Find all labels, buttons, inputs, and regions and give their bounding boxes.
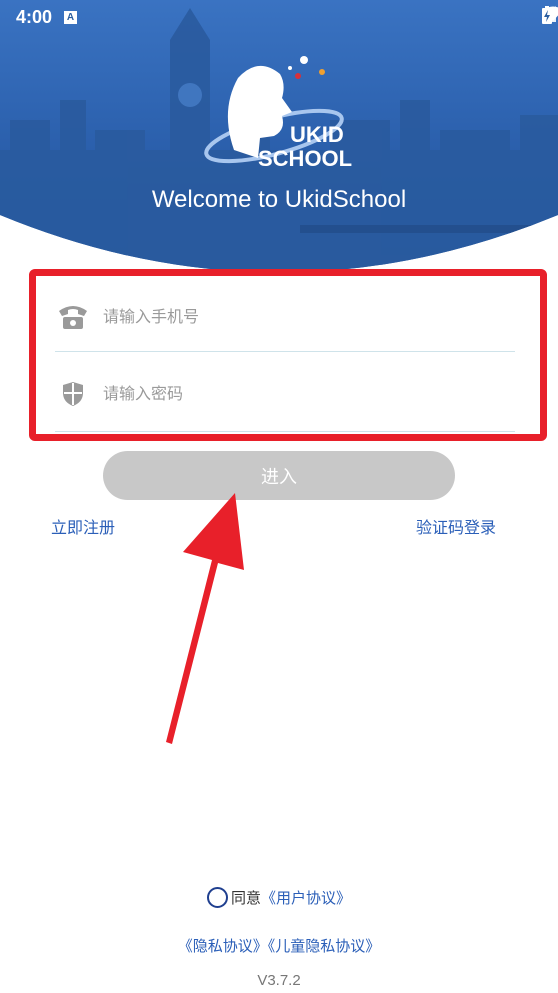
status-time: 4:00 — [16, 6, 53, 27]
phone-field — [55, 282, 515, 352]
privacy-policy-link[interactable]: 《隐私协议》 — [178, 937, 268, 955]
shield-icon — [55, 376, 91, 412]
agreement-row: 同意 《用户协议》 — [0, 887, 558, 908]
agree-radio[interactable] — [206, 887, 228, 908]
register-link[interactable]: 立即注册 — [51, 514, 115, 538]
status-bar: 4:00 A — [0, 0, 558, 34]
enter-button[interactable]: 进入 — [103, 451, 455, 500]
child-privacy-policy-link[interactable]: 《儿童隐私协议》 — [268, 937, 381, 955]
header-banner: UKID SCHOOL 4:00 A Welcome to UkidSchool — [0, 0, 558, 272]
sms-login-link[interactable]: 验证码登录 — [416, 514, 496, 538]
notification-a-icon: A — [64, 10, 78, 24]
password-field — [55, 356, 515, 432]
phone-input[interactable] — [103, 307, 483, 326]
policy-links: 《隐私协议》《儿童隐私协议》 — [0, 935, 558, 956]
logo-text-bottom: SCHOOL — [258, 146, 352, 171]
password-input[interactable] — [103, 384, 483, 403]
version-label: V3.7.2 — [257, 972, 301, 989]
logo-text-top: UKID — [290, 122, 344, 147]
login-form-highlight — [29, 269, 547, 441]
user-agreement-link[interactable]: 《用户协议》 — [261, 887, 351, 908]
telephone-icon — [55, 299, 91, 335]
agree-text: 同意 — [230, 889, 261, 907]
battery-charging-icon — [542, 6, 552, 24]
welcome-title: Welcome to UkidSchool — [151, 186, 407, 213]
header-background: UKID SCHOOL — [0, 0, 558, 272]
